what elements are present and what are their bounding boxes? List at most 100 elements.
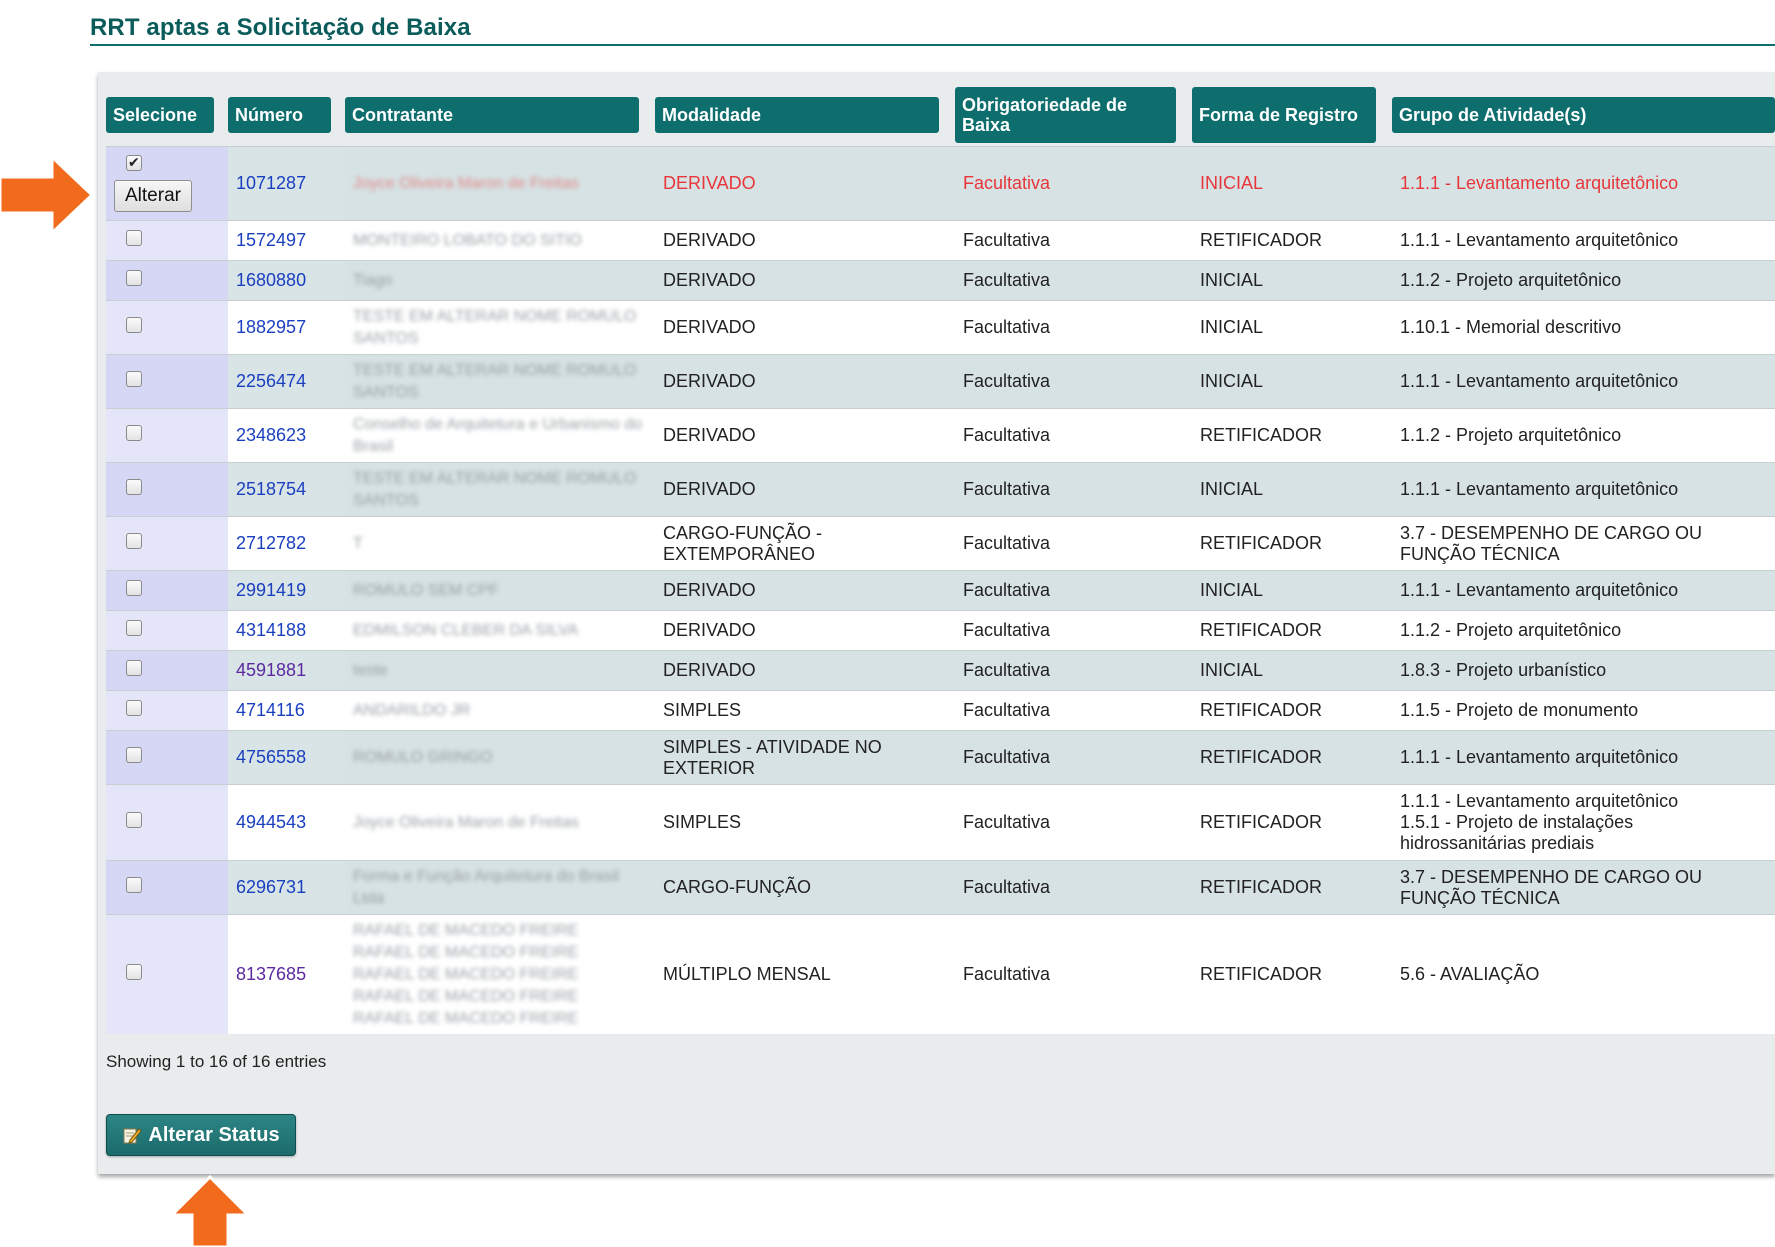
header-select[interactable]: Selecione	[106, 97, 214, 133]
contractor-cell: Conselho de Arquitetura e Urbanismo do B…	[345, 408, 655, 462]
select-cell	[106, 784, 228, 860]
rrt-number-link[interactable]: 2256474	[236, 371, 306, 391]
contractor-cell: TESTE EM ALTERAR NOME ROMULO SANTOS	[345, 462, 655, 516]
number-cell: 1572497	[228, 220, 345, 260]
contractor-name: EDMILSON CLEBER DA SILVA	[353, 621, 579, 639]
rrt-number-link[interactable]: 2712782	[236, 533, 306, 553]
modality-cell: DERIVADO	[655, 610, 955, 650]
number-cell: 4714116	[228, 690, 345, 730]
number-cell: 1071287	[228, 146, 345, 220]
row-checkbox[interactable]	[126, 230, 142, 246]
rrt-number-link[interactable]: 4314188	[236, 620, 306, 640]
registration-cell: RETIFICADOR	[1192, 784, 1392, 860]
alter-button[interactable]: Alterar	[114, 180, 192, 212]
number-cell: 2348623	[228, 408, 345, 462]
modality-cell: DERIVADO	[655, 260, 955, 300]
select-cell	[106, 220, 228, 260]
activity-group-cell: 5.6 - AVALIAÇÃO	[1392, 914, 1775, 1034]
alter-status-button[interactable]: Alterar Status	[106, 1114, 296, 1156]
number-cell: 2991419	[228, 570, 345, 610]
registration-cell: RETIFICADOR	[1192, 610, 1392, 650]
rrt-number-link[interactable]: 1680880	[236, 270, 306, 290]
select-cell	[106, 914, 228, 1034]
contractor-name: T	[353, 534, 363, 552]
header-modality[interactable]: Modalidade	[655, 97, 939, 133]
activity-group-cell: 1.1.2 - Projeto arquitetônico	[1392, 610, 1775, 650]
row-checkbox[interactable]	[126, 877, 142, 893]
select-cell	[106, 570, 228, 610]
registration-cell: RETIFICADOR	[1192, 690, 1392, 730]
header-number[interactable]: Número	[228, 97, 331, 133]
table-row: 4314188 EDMILSON CLEBER DA SILVA DERIVADO F…	[106, 610, 1775, 650]
activity-group-cell: 1.1.2 - Projeto arquitetônico	[1392, 260, 1775, 300]
rrt-number-link[interactable]: 4756558	[236, 747, 306, 767]
row-checkbox[interactable]	[126, 580, 142, 596]
contractor-name: Joyce Oliveira Maron de Freitas	[353, 813, 579, 831]
contractor-cell: TESTE EM ALTERAR NOME ROMULO SANTOS	[345, 300, 655, 354]
obligation-cell: Facultativa	[955, 516, 1192, 570]
contractor-cell: MONTEIRO LOBATO DO SITIO	[345, 220, 655, 260]
obligation-cell: Facultativa	[955, 260, 1192, 300]
row-checkbox[interactable]	[126, 747, 142, 763]
contractor-cell: Joyce Oliveira Maron de Freitas	[345, 784, 655, 860]
row-checkbox[interactable]	[126, 700, 142, 716]
select-cell	[106, 408, 228, 462]
page-title: RRT aptas a Solicitação de Baixa	[90, 14, 471, 41]
registration-cell: RETIFICADOR	[1192, 730, 1392, 784]
rrt-number-link[interactable]: 1572497	[236, 230, 306, 250]
number-cell: 1680880	[228, 260, 345, 300]
rrt-number-link[interactable]: 8137685	[236, 964, 306, 984]
row-checkbox[interactable]	[126, 620, 142, 636]
modality-cell: CARGO-FUNÇÃO	[655, 860, 955, 914]
rrt-number-link[interactable]: 2518754	[236, 479, 306, 499]
contractor-cell: Tiago	[345, 260, 655, 300]
table-row: 6296731 Forma e Função Arquitetura do Bra…	[106, 860, 1775, 914]
rrt-number-link[interactable]: 4714116	[236, 700, 305, 720]
table-row: 1680880 Tiago DERIVADO Facultativa INICIAL 1.…	[106, 260, 1775, 300]
rrt-number-link[interactable]: 4591881	[236, 660, 306, 680]
arrow-right-icon	[0, 155, 95, 235]
header-contractor[interactable]: Contratante	[345, 97, 639, 133]
row-checkbox[interactable]	[126, 152, 142, 173]
rrt-number-link[interactable]: 1071287	[236, 173, 306, 193]
row-checkbox[interactable]	[126, 812, 142, 828]
registration-cell: INICIAL	[1192, 354, 1392, 408]
number-cell: 4314188	[228, 610, 345, 650]
activity-group-cell: 1.10.1 - Memorial descritivo	[1392, 300, 1775, 354]
row-checkbox[interactable]	[126, 270, 142, 286]
obligation-cell: Facultativa	[955, 354, 1192, 408]
rrt-number-link[interactable]: 2991419	[236, 580, 306, 600]
obligation-cell: Facultativa	[955, 730, 1192, 784]
row-checkbox[interactable]	[126, 660, 142, 676]
row-checkbox[interactable]	[126, 425, 142, 441]
row-checkbox[interactable]	[126, 371, 142, 387]
pencil-icon	[123, 1128, 143, 1144]
rrt-number-link[interactable]: 2348623	[236, 425, 306, 445]
rrt-number-link[interactable]: 1882957	[236, 317, 306, 337]
registration-cell: INICIAL	[1192, 260, 1392, 300]
rrt-number-link[interactable]: 4944543	[236, 812, 306, 832]
obligation-cell: Facultativa	[955, 408, 1192, 462]
contractor-name: teste	[353, 661, 388, 679]
contractor-cell: EDMILSON CLEBER DA SILVA	[345, 610, 655, 650]
modality-cell: DERIVADO	[655, 146, 955, 220]
row-checkbox[interactable]	[126, 964, 142, 980]
header-registration[interactable]: Forma de Registro	[1192, 87, 1376, 143]
registration-cell: RETIFICADOR	[1192, 860, 1392, 914]
header-activity-group[interactable]: Grupo de Atividade(s)	[1392, 97, 1775, 133]
rrt-number-link[interactable]: 6296731	[236, 877, 306, 897]
header-obligation[interactable]: Obrigatoriedade de Baixa	[955, 87, 1176, 143]
table-row: 4944543 Joyce Oliveira Maron de Freitas SI…	[106, 784, 1775, 860]
row-checkbox[interactable]	[126, 479, 142, 495]
obligation-cell: Facultativa	[955, 462, 1192, 516]
row-checkbox[interactable]	[126, 317, 142, 333]
number-cell: 4944543	[228, 784, 345, 860]
select-cell	[106, 462, 228, 516]
activity-group-cell: 1.1.1 - Levantamento arquitetônico	[1392, 570, 1775, 610]
registration-cell: INICIAL	[1192, 650, 1392, 690]
contractor-cell: ROMULO GRINGO	[345, 730, 655, 784]
obligation-cell: Facultativa	[955, 784, 1192, 860]
modality-cell: DERIVADO	[655, 408, 955, 462]
registration-cell: INICIAL	[1192, 300, 1392, 354]
row-checkbox[interactable]	[126, 533, 142, 549]
